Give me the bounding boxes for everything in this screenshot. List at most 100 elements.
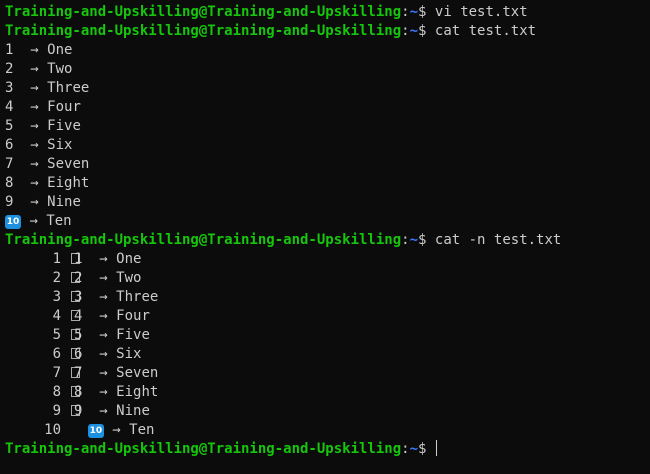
cat-output-line: 7 → Seven <box>5 155 650 174</box>
boxed-marker: 5 <box>71 326 82 345</box>
line-marker: 9 <box>74 403 83 419</box>
cat-n-output-line: 33 → Three <box>5 288 650 307</box>
arrow-icon: → <box>29 213 38 229</box>
cat-n-output-line: 10 10 → Ten <box>5 421 650 440</box>
cat-n-output-line: 66 → Six <box>5 345 650 364</box>
line-marker: 2 <box>5 61 14 77</box>
cat-n-output-line: 11 → One <box>5 250 650 269</box>
line-number: 7 <box>52 365 61 381</box>
arrow-icon: → <box>99 384 108 400</box>
prompt-dollar: $ <box>418 23 427 39</box>
prompt-line-current[interactable]: Training-and-Upskilling@Training-and-Ups… <box>5 440 650 459</box>
cat-n-output-block: 11 → One 2 2 → Two 3 3 → Three 4 4 → Four 5 5 → … <box>5 250 650 440</box>
line-word: Two <box>47 61 73 77</box>
keycap-ten-icon: 10 <box>5 215 21 229</box>
prompt-user-host: Training-and-Upskilling@Training-and-Ups… <box>5 23 402 39</box>
line-marker: 2 <box>74 270 83 286</box>
line-word: Seven <box>116 365 159 381</box>
line-number: 5 <box>52 327 61 343</box>
line-marker: 8 <box>74 384 83 400</box>
arrow-icon: → <box>99 289 108 305</box>
boxed-marker: 8 <box>71 383 82 402</box>
line-word: One <box>47 42 73 58</box>
line-word: Ten <box>129 422 155 438</box>
line-word: Nine <box>116 403 150 419</box>
line-marker: 1 <box>5 42 14 58</box>
line-number: 4 <box>52 308 61 324</box>
arrow-icon: → <box>30 80 39 96</box>
line-word: Three <box>47 80 90 96</box>
arrow-icon: → <box>99 403 108 419</box>
line-word: Eight <box>47 175 90 191</box>
line-word: Six <box>47 137 73 153</box>
prompt-colon: : <box>401 232 410 248</box>
cat-n-output-line: 88 → Eight <box>5 383 650 402</box>
arrow-icon: → <box>30 137 39 153</box>
line-word: Five <box>116 327 150 343</box>
cat-n-output-line: 55 → Five <box>5 326 650 345</box>
prompt-colon: : <box>401 441 410 457</box>
arrow-icon: → <box>99 308 108 324</box>
boxed-marker: 6 <box>71 345 82 364</box>
line-word: Four <box>116 308 150 324</box>
line-marker: 6 <box>74 346 83 362</box>
boxed-marker: 1 <box>71 250 82 269</box>
line-number: 2 <box>52 270 61 286</box>
terminal-window[interactable]: Training-and-Upskilling@Training-and-Ups… <box>0 0 650 474</box>
boxed-marker: 3 <box>71 288 82 307</box>
line-number: 3 <box>52 289 61 305</box>
line-marker: 9 <box>5 194 14 210</box>
cat-output-line: 3 → Three <box>5 79 650 98</box>
line-number: 8 <box>52 384 61 400</box>
arrow-icon: → <box>30 42 39 58</box>
cat-output-line: 9 → Nine <box>5 193 650 212</box>
line-word: Three <box>116 289 159 305</box>
cat-output-line: 8 → Eight <box>5 174 650 193</box>
line-word: Two <box>116 270 142 286</box>
arrow-icon: → <box>99 251 108 267</box>
text-cursor <box>435 440 437 456</box>
line-word: Nine <box>47 194 81 210</box>
keycap-ten-icon: 10 <box>87 424 104 438</box>
line-marker: 4 <box>74 308 83 324</box>
boxed-marker: 9 <box>71 402 82 421</box>
line-marker: 5 <box>74 327 83 343</box>
cat-output-line: 4 → Four <box>5 98 650 117</box>
cat-output-line: 10 → Ten <box>5 212 650 231</box>
arrow-icon: → <box>99 270 108 286</box>
prompt-user-host: Training-and-Upskilling@Training-and-Ups… <box>5 232 402 248</box>
arrow-icon: → <box>99 327 108 343</box>
boxed-marker: 4 <box>71 307 82 326</box>
arrow-icon: → <box>99 365 108 381</box>
line-marker: 3 <box>74 289 83 305</box>
line-word: Four <box>47 99 81 115</box>
cat-output-block: 1 → One 2 → Two 3 → Three 4 → Four 5 → Five 6… <box>5 41 650 231</box>
line-number: 10 <box>44 422 61 438</box>
arrow-icon: → <box>30 194 39 210</box>
prompt-colon: : <box>401 23 410 39</box>
cat-output-line: 2 → Two <box>5 60 650 79</box>
line-word: One <box>116 251 142 267</box>
line-marker: 7 <box>5 156 14 172</box>
line-word: Eight <box>116 384 159 400</box>
line-marker: 5 <box>5 118 14 134</box>
line-word: Six <box>116 346 142 362</box>
arrow-icon: → <box>30 99 39 115</box>
cat-output-line: 1 → One <box>5 41 650 60</box>
arrow-icon: → <box>30 61 39 77</box>
line-marker: 7 <box>74 365 83 381</box>
prompt-path: ~ <box>409 232 419 248</box>
prompt-path: ~ <box>409 23 419 39</box>
prompt-line-vi: Training-and-Upskilling@Training-and-Ups… <box>5 3 650 22</box>
cat-output-line: 6 → Six <box>5 136 650 155</box>
prompt-colon: : <box>401 4 410 20</box>
prompt-dollar: $ <box>418 441 427 457</box>
arrow-icon: → <box>30 175 39 191</box>
cat-n-output-line: 99 → Nine <box>5 402 650 421</box>
line-marker: 4 <box>5 99 14 115</box>
command-cat: cat test.txt <box>434 23 537 39</box>
arrow-icon: → <box>112 422 121 438</box>
boxed-marker: 7 <box>71 364 82 383</box>
prompt-line-cat: Training-and-Upskilling@Training-and-Ups… <box>5 22 650 41</box>
prompt-user-host: Training-and-Upskilling@Training-and-Ups… <box>5 441 402 457</box>
